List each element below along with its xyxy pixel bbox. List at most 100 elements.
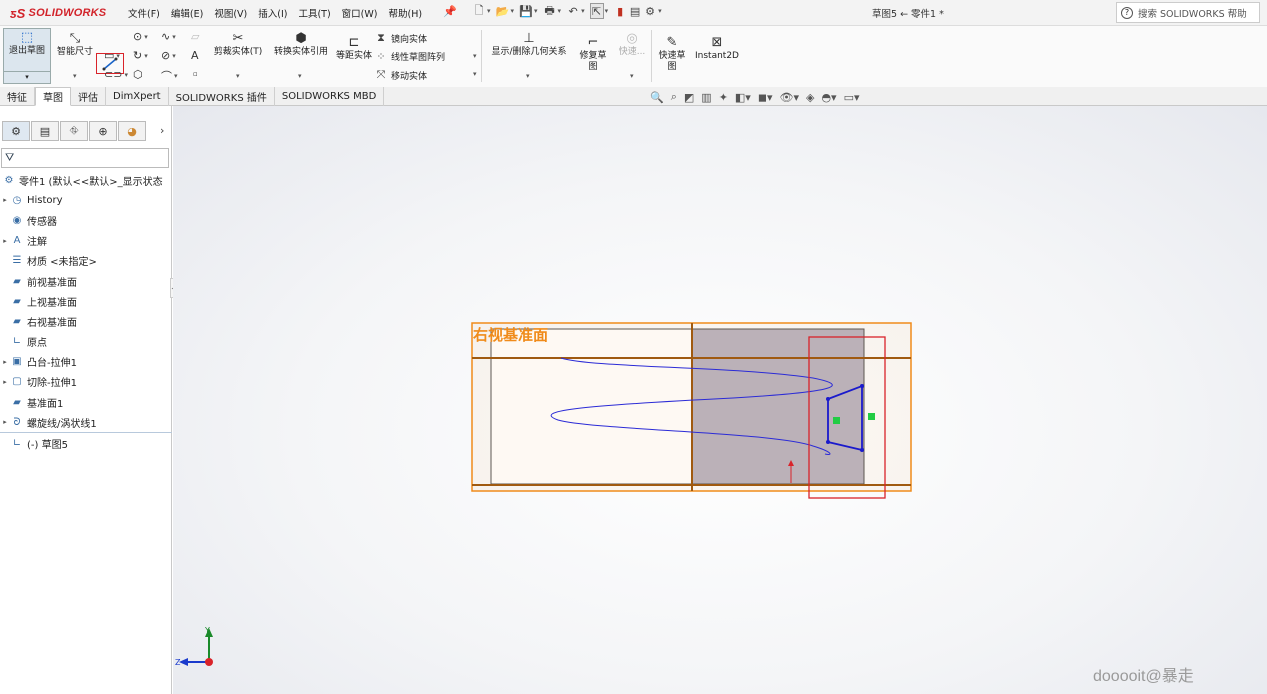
configuration-tab-icon[interactable]: ⛗ (60, 121, 88, 141)
chevron-down-icon[interactable]: ▾ (116, 52, 120, 60)
chevron-down-icon[interactable]: ▾ (630, 72, 634, 80)
zoom-area-icon[interactable]: ⌕ (671, 90, 677, 104)
tab-evaluate[interactable]: 评估 (71, 87, 106, 106)
chevron-down-icon[interactable]: ▾ (73, 72, 77, 80)
tab-sketch[interactable]: 草图 (35, 87, 71, 106)
apply-scene-icon[interactable]: ◓▾ (821, 91, 836, 104)
fillet-tool[interactable]: ⌒ ▾ (161, 68, 178, 84)
linear-pattern-button[interactable]: ⁘ 线性草图阵列 (374, 50, 445, 63)
feature-tree-tab-icon[interactable]: ⚙ (2, 121, 30, 141)
exit-sketch-button[interactable]: ⬚ 退出草图 ▾ (3, 28, 51, 84)
menu-view[interactable]: 视图(V) (214, 6, 247, 20)
chevron-down-icon[interactable]: ▾ (4, 71, 50, 83)
solidworks-logo[interactable]: ƽS SOLIDWORKS (10, 5, 106, 21)
rebuild-icon[interactable]: ▮ (613, 3, 627, 19)
tree-item[interactable]: ◉ 传感器 (0, 210, 172, 230)
expand-arrow-icon[interactable]: ▸ (0, 418, 10, 426)
chevron-down-icon[interactable]: ▾ (236, 72, 240, 80)
tab-mbd[interactable]: SOLIDWORKS MBD (275, 87, 385, 106)
chevron-down-icon[interactable]: ▾ (473, 52, 477, 60)
tree-item[interactable]: ☰ 材质 <未指定> (0, 251, 172, 271)
chevron-down-icon[interactable]: ▾ (526, 72, 530, 80)
display-style-icon[interactable]: ◼▾ (758, 91, 773, 104)
tree-item[interactable]: ▸ A 注解 (0, 231, 172, 251)
circle-tool[interactable]: ⊙ ▾ (133, 30, 148, 43)
view-orientation-icon[interactable]: ◧▾ (735, 91, 751, 104)
menu-window[interactable]: 窗口(W) (342, 6, 378, 20)
new-icon[interactable]: 🗋 (472, 3, 486, 19)
chevron-down-icon[interactable]: ▾ (144, 52, 148, 60)
tab-dimxpert[interactable]: DimXpert (106, 87, 169, 106)
quick-snaps-button[interactable]: ◎ 快速... (615, 30, 649, 58)
chevron-down-icon[interactable]: ▾ (558, 7, 562, 15)
open-icon[interactable]: 📂 (496, 3, 510, 19)
display-relations-button[interactable]: ⊥ 显示/删除几何关系 (485, 30, 573, 58)
plane-sketch-tool[interactable]: ▱ (191, 30, 199, 43)
tree-item[interactable]: ▸ ▢ 切除-拉伸1 (0, 372, 172, 392)
chevron-right-icon[interactable]: › (160, 124, 164, 137)
pin-icon[interactable]: 📌 (443, 5, 457, 18)
smart-dimension-button[interactable]: ⤡ 智能尺寸 (54, 30, 96, 58)
ellipse-tool[interactable]: ⊘ ▾ (161, 49, 176, 62)
expand-arrow-icon[interactable]: ▸ (0, 237, 10, 245)
select-icon[interactable]: ⇱ (589, 3, 604, 19)
trim-entities-button[interactable]: ✂ 剪裁实体(T) (210, 30, 266, 58)
relation-icon[interactable] (833, 417, 840, 424)
menu-tools[interactable]: 工具(T) (298, 6, 330, 20)
chevron-down-icon[interactable]: ▾ (172, 33, 176, 41)
sketch-point[interactable] (826, 440, 830, 444)
chevron-down-icon[interactable]: ▾ (658, 7, 662, 15)
chevron-down-icon[interactable]: ▾ (174, 72, 178, 80)
tree-item[interactable]: ∟ (-) 草图5 (0, 432, 172, 452)
print-icon[interactable]: 🖶 (543, 3, 557, 19)
display-manager-tab-icon[interactable]: ◕ (118, 121, 146, 141)
chevron-down-icon[interactable]: ▾ (487, 7, 491, 15)
chevron-down-icon[interactable]: ▾ (473, 70, 477, 78)
save-icon[interactable]: 💾 (519, 3, 533, 19)
relation-icon[interactable] (868, 413, 875, 420)
sketch-point[interactable] (860, 448, 864, 452)
property-manager-tab-icon[interactable]: ▤ (31, 121, 59, 141)
menu-edit[interactable]: 编辑(E) (171, 6, 203, 20)
move-entities-button[interactable]: ⤧ 移动实体 (374, 68, 427, 82)
chevron-down-icon[interactable]: ▾ (511, 7, 515, 15)
zoom-to-fit-icon[interactable]: 🔍 (650, 91, 664, 104)
tree-item[interactable]: ▰ 基准面1 (0, 392, 172, 412)
chevron-down-icon[interactable]: ▾ (534, 7, 538, 15)
file-properties-icon[interactable]: ▤ (628, 3, 642, 19)
graphics-area[interactable]: 🔍 ⌕ ◩ ▥ ✦ ◧▾ ◼▾ 👁▾ ◈ ◓▾ ▭▾ Y Z 右视基准面 doo… (173, 90, 1267, 694)
text-tool[interactable]: A (191, 49, 199, 62)
menu-help[interactable]: 帮助(H) (388, 6, 422, 20)
tree-item[interactable]: ▰ 前视基准面 (0, 271, 172, 291)
menu-file[interactable]: 文件(F) (128, 6, 160, 20)
tree-item[interactable]: ▰ 右视基准面 (0, 311, 172, 331)
polygon-tool[interactable]: ⬡ (133, 68, 143, 81)
gear-icon[interactable]: ⚙ (643, 3, 657, 19)
arc-tool[interactable]: ↻ ▾ (133, 49, 148, 62)
expand-arrow-icon[interactable]: ▸ (0, 196, 10, 204)
sketch-point[interactable] (826, 397, 830, 401)
instant2d-button[interactable]: ⊠ Instant2D (693, 34, 741, 62)
undo-icon[interactable]: ↶ (566, 3, 580, 19)
slot-tool[interactable]: ⊂⊃ ▾ (104, 68, 128, 81)
hide-show-icon[interactable]: 👁▾ (779, 91, 799, 104)
dynamic-annotation-icon[interactable]: ✦ (719, 91, 728, 104)
tab-addins[interactable]: SOLIDWORKS 插件 (169, 87, 275, 106)
help-search-input[interactable]: ? 搜索 SOLIDWORKS 帮助 (1116, 2, 1260, 23)
tree-filter-input[interactable]: ⛛ (1, 148, 169, 168)
repair-sketch-button[interactable]: ⌐ 修复草图 (576, 34, 610, 73)
tree-item[interactable]: ▸ ᘐ 螺旋线/涡状线1 (0, 412, 172, 432)
chevron-down-icon[interactable]: ▾ (124, 71, 128, 79)
chevron-down-icon[interactable]: ▾ (581, 7, 585, 15)
dimxpert-tab-icon[interactable]: ⊕ (89, 121, 117, 141)
expand-arrow-icon[interactable]: ▸ (0, 358, 10, 366)
view-settings-icon[interactable]: ▭▾ (844, 91, 860, 104)
chevron-down-icon[interactable]: ▾ (144, 33, 148, 41)
tree-item[interactable]: ▸ ▣ 凸台-拉伸1 (0, 352, 172, 372)
convert-entities-button[interactable]: ⬢ 转换实体引用 (269, 30, 333, 58)
tree-item[interactable]: ▰ 上视基准面 (0, 291, 172, 311)
expand-arrow-icon[interactable]: ▸ (0, 378, 10, 386)
offset-entities-button[interactable]: ⊏ 等距实体 (336, 34, 372, 62)
previous-view-icon[interactable]: ◩ (684, 91, 694, 104)
mirror-entities-button[interactable]: ⧗ 镜向实体 (374, 31, 427, 45)
